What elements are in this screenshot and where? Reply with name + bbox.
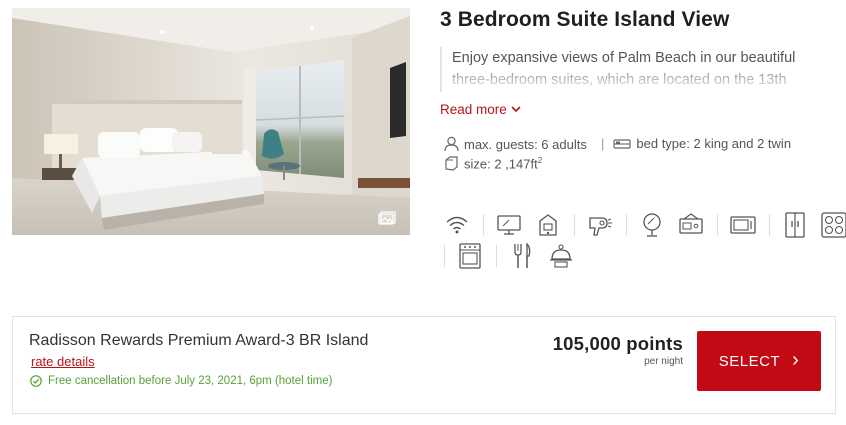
- amenity-divider: [626, 214, 627, 236]
- rate-card: Radisson Rewards Premium Award-3 BR Isla…: [12, 316, 836, 414]
- bed-type-text: bed type: 2 king and 2 twin: [636, 136, 792, 151]
- amenities-row: [444, 243, 587, 269]
- coffee-maker-icon: [535, 212, 561, 238]
- amenity-divider: [769, 214, 770, 236]
- room-title: 3 Bedroom Suite Island View: [440, 8, 730, 31]
- room-description: Enjoy expansive views of Palm Beach in o…: [440, 47, 832, 92]
- description-fade: [442, 67, 832, 92]
- check-circle-icon: [30, 375, 42, 387]
- stovetop-icon: [821, 212, 846, 238]
- oven-icon: [457, 243, 483, 269]
- chevron-right-icon: ›: [792, 349, 800, 371]
- amenities-row: [444, 212, 846, 238]
- gallery-icon[interactable]: [378, 211, 396, 225]
- tv-icon: [496, 212, 522, 238]
- room-photo[interactable]: [12, 8, 410, 235]
- select-button[interactable]: SELECT ›: [697, 331, 821, 391]
- price-block: 105,000 points per night: [553, 333, 683, 367]
- points-amount: 105,000 points: [552, 333, 683, 354]
- read-more-label: Read more: [440, 102, 507, 117]
- amenity-divider: [496, 245, 497, 267]
- amenity-divider: [717, 214, 718, 236]
- microwave-icon: [730, 212, 756, 238]
- max-guests: max. guests: 6 adults: [444, 136, 587, 152]
- per-night-label: per night: [644, 356, 683, 367]
- room-service-icon: [548, 243, 574, 269]
- person-icon: [444, 136, 459, 152]
- refrigerator-icon: [782, 212, 808, 238]
- room-size: size: 2 ,147ft2: [444, 156, 542, 171]
- select-button-label: SELECT: [718, 352, 781, 370]
- read-more-link[interactable]: Read more: [440, 102, 521, 117]
- hair-dryer-icon: [587, 212, 613, 238]
- vanity-mirror-icon: [639, 212, 665, 238]
- fact-separator: |: [601, 136, 605, 151]
- free-cancellation: Free cancellation before July 23, 2021, …: [30, 375, 332, 387]
- rate-name: Radisson Rewards Premium Award-3 BR Isla…: [29, 332, 369, 349]
- room-photo-image: [12, 8, 410, 235]
- room-size-text: size: 2 ,147ft2: [464, 156, 543, 172]
- amenity-divider: [574, 214, 575, 236]
- bed-icon: [613, 138, 631, 149]
- bed-type: | bed type: 2 king and 2 twin: [601, 136, 791, 151]
- chevron-down-icon: [511, 106, 521, 113]
- floor-area-icon: [445, 156, 458, 171]
- free-cancellation-text: Free cancellation before July 23, 2021, …: [48, 375, 333, 387]
- amenity-divider: [483, 214, 484, 236]
- kitchen-utensils-icon: [509, 243, 535, 269]
- max-guests-text: max. guests: 6 adults: [464, 136, 587, 152]
- safe-icon: [678, 212, 704, 238]
- amenity-divider: [444, 245, 445, 267]
- wifi-icon: [444, 212, 470, 238]
- rate-details-link[interactable]: rate details: [31, 354, 95, 369]
